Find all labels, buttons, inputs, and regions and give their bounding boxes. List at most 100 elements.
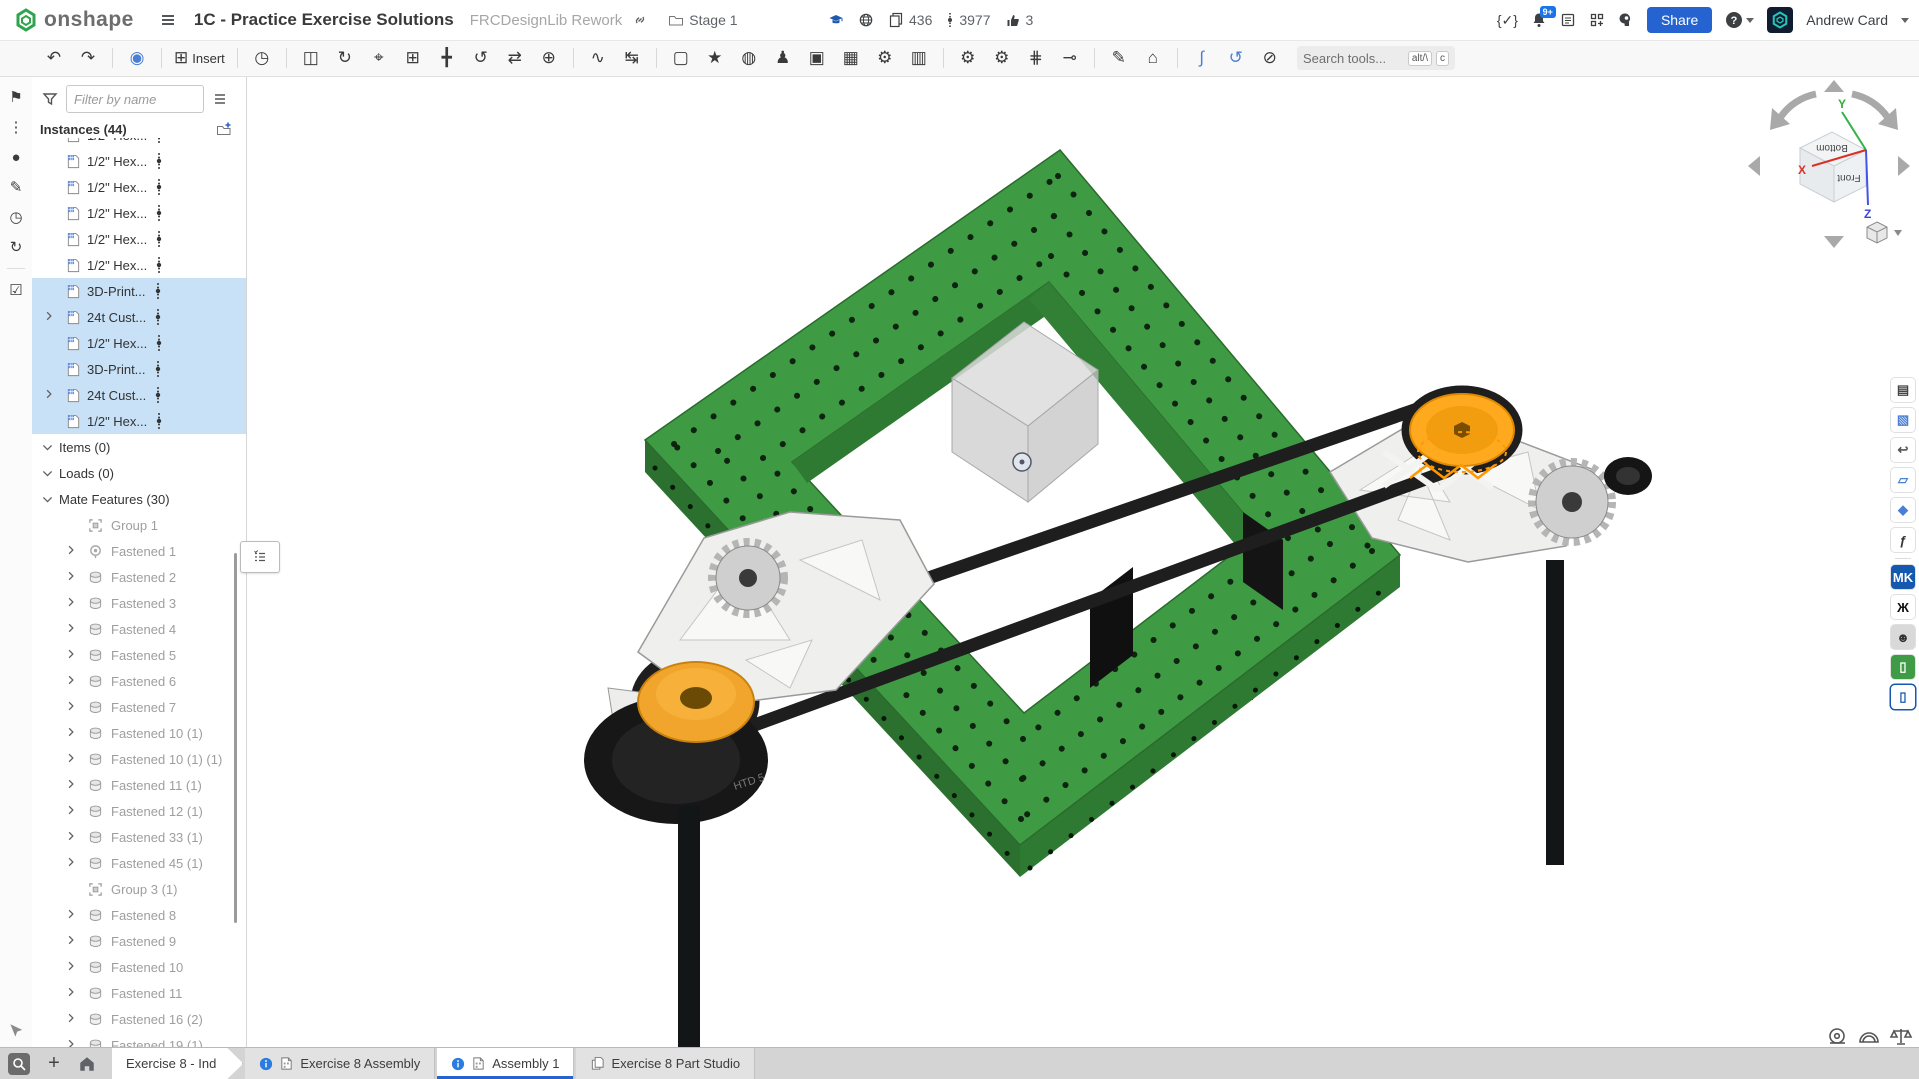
search-tools-input[interactable]: Search tools... alt/\ c [1297,46,1455,70]
viewport-3d[interactable]: HTD 5 Bottom Front Y X Z [246,76,1919,1048]
instance-row[interactable]: 1/2" Hex... [32,200,246,226]
element-tab[interactable]: Exercise 8 Assembly [245,1048,435,1079]
panel-scrollbar[interactable] [234,553,237,923]
mate-list-flyout-button[interactable] [240,541,280,573]
loop-icon[interactable]: ↺ [1222,45,1250,71]
expand-chevron-icon[interactable] [66,727,76,737]
mate-feature-row[interactable]: Fastened 7 [32,694,246,720]
part-icon[interactable]: ◍ [735,45,763,71]
revolute-icon[interactable]: ↻ [331,45,359,71]
mate-feature-row[interactable]: Group 1 [32,512,246,538]
user-caret-icon[interactable] [1901,18,1909,23]
gem-icon[interactable]: ◆ [1891,498,1915,522]
stamp-icon[interactable]: ▣ [803,45,831,71]
mate-feature-row[interactable]: Fastened 33 (1) [32,824,246,850]
mate-feature-row[interactable]: Fastened 11 (1) [32,772,246,798]
expand-chevron-icon[interactable] [66,779,76,789]
mate-feature-row[interactable]: Fastened 19 (1) [32,1032,246,1048]
pointer-mode-icon[interactable] [7,1022,25,1040]
notes-icon[interactable]: ✎ [3,172,29,202]
move-icon[interactable]: ╋ [433,45,461,71]
expand-chevron-icon[interactable] [66,805,76,815]
comment-icon[interactable]: ● [3,142,29,172]
filter-input[interactable] [66,85,204,113]
front-leg[interactable] [678,806,700,1048]
book-icon[interactable]: ▥ [905,45,933,71]
section-view-icon[interactable]: ⊘ [1256,45,1284,71]
instance-row[interactable]: 24t Cust... [32,382,246,408]
orbit-icon[interactable]: ⊕ [535,45,563,71]
tree-section-header[interactable]: Mate Features (30) [32,486,246,512]
mate-feature-row[interactable]: Fastened 8 [32,902,246,928]
mate-feature-row[interactable]: Fastened 12 (1) [32,798,246,824]
versions-icon[interactable]: ↻ [3,232,29,262]
right-leg[interactable] [1546,560,1564,865]
expand-chevron-icon[interactable] [66,1013,76,1023]
checklist-icon[interactable]: ☑ [3,275,29,305]
help-button[interactable]: ? [1725,11,1754,29]
share-button[interactable]: Share [1647,7,1712,33]
instance-row[interactable]: 24t Cust... [32,304,246,330]
expand-chevron-icon[interactable] [66,909,76,919]
bom-table-icon[interactable]: ▦ [837,45,865,71]
filter-icon[interactable] [42,91,58,107]
mate-feature-row[interactable]: Fastened 10 [32,954,246,980]
undo-icon[interactable]: ↶ [40,45,68,71]
expand-chevron-icon[interactable] [44,311,54,321]
instance-row[interactable]: 1/2" Hex... [32,330,246,356]
translate-icon[interactable]: ⇄ [501,45,529,71]
expand-chevron-icon[interactable] [66,857,76,867]
mate-connector-symbol-icon[interactable] [154,360,162,378]
feedback-icon[interactable]: {✓} [1497,12,1518,29]
tape-measure-icon[interactable] [1830,1029,1845,1043]
mate-connector-add-icon[interactable]: ⋮ [3,112,29,142]
mate-connector-symbol-icon[interactable] [155,230,163,248]
expand-chevron-icon[interactable] [66,623,76,633]
mate-feature-row[interactable]: Fastened 10 (1) [32,720,246,746]
instance-row[interactable]: 1/2" Hex... [32,252,246,278]
mate-feature-row[interactable]: Group 3 (1) [32,876,246,902]
tab-info-icon[interactable] [451,1057,465,1071]
follow-mode-icon[interactable]: ⚑ [3,82,29,112]
tasks-button[interactable] [1560,12,1576,28]
insert-icon[interactable]: ⊞ Insert [172,45,227,71]
new-tab-button[interactable]: + [44,1052,64,1075]
expand-chevron-icon[interactable] [66,571,76,581]
butterfly-icon[interactable]: Ж [1891,595,1915,619]
mate-connector-symbol-icon[interactable] [155,138,163,144]
sketch-tool-icon[interactable]: ▱ [1891,468,1915,492]
list-view-icon[interactable] [212,91,228,107]
green-book-icon[interactable]: ▯ [1891,655,1915,679]
tab-info-icon[interactable] [259,1057,273,1071]
protractor-icon[interactable] [1860,1033,1878,1042]
collapse-chevron-icon[interactable] [42,494,53,505]
instance-row[interactable]: 3D-Print... [32,356,246,382]
element-tab[interactable]: Assembly 1 [437,1048,574,1079]
export-part-icon[interactable]: ↩ [1891,438,1915,462]
group-icon[interactable]: ⊞ [399,45,427,71]
mate-connector-symbol-icon[interactable] [154,386,162,404]
mate-connector-symbol-icon[interactable] [154,308,162,326]
tree-section-header[interactable]: Loads (0) [32,460,246,486]
ai-assistant-button[interactable] [1618,12,1634,28]
expand-chevron-icon[interactable] [66,753,76,763]
mate-icon[interactable]: ◫ [297,45,325,71]
gear-pair-icon[interactable]: ⚙ [954,45,982,71]
likes-count[interactable]: 3 [1005,12,1034,28]
workspace-button[interactable]: Stage 1 [668,12,737,28]
mate-feature-row[interactable]: Fastened 16 (2) [32,1006,246,1032]
mate-connector-symbol-icon[interactable] [155,334,163,352]
spline-icon[interactable]: ∫ [1188,45,1216,71]
expand-chevron-icon[interactable] [66,597,76,607]
expand-chevron-icon[interactable] [66,987,76,997]
collapse-chevron-icon[interactable] [42,468,53,479]
cube-grid-icon[interactable]: ▧ [1891,408,1915,432]
mate-connector-symbol-icon[interactable] [155,178,163,196]
mate-connector-symbol-icon[interactable] [154,282,162,300]
roll-cw-arrow[interactable] [1852,94,1888,118]
mate-feature-row[interactable]: Fastened 3 [32,590,246,616]
measure-icon[interactable]: ↹ [618,45,646,71]
apps-button[interactable] [1589,12,1605,28]
instance-row[interactable]: 1/2" Hex... [32,174,246,200]
learn-badge-button[interactable] [828,12,844,28]
